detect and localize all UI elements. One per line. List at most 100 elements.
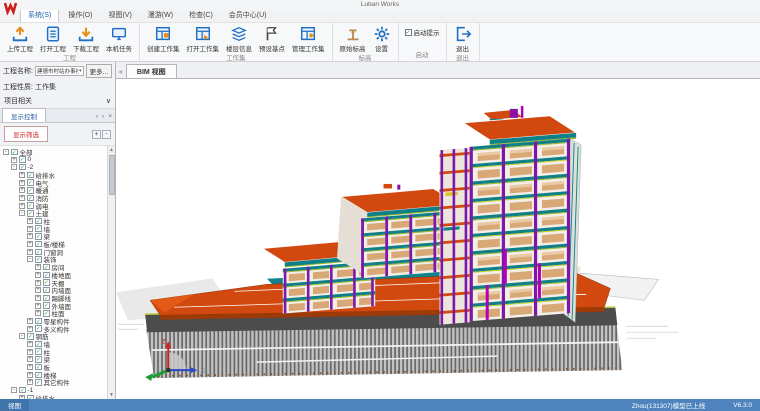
expand-toggle-icon[interactable]: + [27, 226, 33, 232]
expand-toggle-icon[interactable]: + [27, 341, 33, 347]
tree-item[interactable]: +✓多义构件 [0, 325, 107, 333]
expand-toggle-icon[interactable]: + [19, 187, 25, 193]
collapse-toggle-icon[interactable]: - [3, 149, 9, 155]
tree-checkbox[interactable]: ✓ [27, 210, 34, 217]
project-related-section[interactable]: 项目相关 ∨ [0, 94, 115, 109]
tree-checkbox[interactable]: ✓ [35, 218, 42, 225]
tree-checkbox[interactable]: ✓ [35, 318, 42, 325]
tree-scrollbar[interactable]: ▲ ▼ [107, 146, 115, 399]
expand-toggle-icon[interactable]: + [27, 349, 33, 355]
menu-item[interactable]: 漫游(W) [141, 9, 180, 22]
tree-item[interactable]: +✓0 [0, 156, 107, 164]
ribbon-button[interactable]: 打开工作集 [185, 24, 222, 54]
tree-item[interactable]: +✓梁 [0, 356, 107, 364]
tree-checkbox[interactable]: ✓ [35, 364, 42, 371]
tab-display-control[interactable]: 显示控制 [2, 108, 46, 122]
expand-toggle-icon[interactable]: + [27, 218, 33, 224]
tree-item[interactable]: +✓其它构件 [0, 379, 107, 387]
tree-item[interactable]: +✓柱 [0, 217, 107, 225]
ribbon-button[interactable]: 下载工程 [71, 24, 101, 54]
expand-toggle-icon[interactable]: + [35, 303, 41, 309]
tree-checkbox[interactable]: ✓ [43, 302, 50, 309]
expand-toggle-icon[interactable]: + [27, 233, 33, 239]
tree-checkbox[interactable]: ✓ [11, 149, 18, 156]
tree-item[interactable]: -✓土建 [0, 210, 107, 218]
tree-checkbox[interactable]: ✓ [19, 387, 26, 394]
expand-toggle-icon[interactable]: + [19, 195, 25, 201]
tree-checkbox[interactable]: ✓ [35, 233, 42, 240]
tab-close-icon[interactable]: × [107, 113, 113, 120]
collapse-all-button[interactable]: - [102, 130, 111, 139]
ribbon-button[interactable]: 预设基点 [257, 24, 287, 54]
expand-toggle-icon[interactable]: + [27, 379, 33, 385]
scrollbar-thumb[interactable] [109, 155, 115, 195]
tree-checkbox[interactable]: ✓ [19, 156, 26, 163]
ribbon-button[interactable]: 管理工作集 [290, 24, 327, 54]
tree-item[interactable]: +✓给排水 [0, 171, 107, 179]
expand-toggle-icon[interactable]: + [27, 364, 33, 370]
tree-checkbox[interactable]: ✓ [27, 187, 34, 194]
ribbon-button[interactable]: 楼层信息 [224, 24, 254, 54]
ribbon-button[interactable]: 原始标高 [338, 24, 368, 54]
expand-toggle-icon[interactable]: + [35, 280, 41, 286]
tab-prev-icon[interactable]: ‹ [95, 113, 99, 120]
tree-item[interactable]: +✓柱 [0, 348, 107, 356]
ribbon-button[interactable]: 创建工作集 [145, 24, 182, 54]
collapse-toggle-icon[interactable]: - [11, 164, 17, 170]
tree-item[interactable]: -✓全部 [0, 148, 107, 156]
expand-toggle-icon[interactable]: + [35, 287, 41, 293]
tree-checkbox[interactable]: ✓ [35, 348, 42, 355]
more-button[interactable]: 更多... [86, 64, 112, 78]
expand-toggle-icon[interactable]: + [27, 241, 33, 247]
tree-checkbox[interactable]: ✓ [27, 179, 34, 186]
tree-checkbox[interactable]: ✓ [43, 264, 50, 271]
tree-item[interactable]: +✓墙 [0, 340, 107, 348]
ribbon-button[interactable]: 设置 [371, 24, 393, 54]
tree-item[interactable]: +✓弱电 [0, 202, 107, 210]
tree-checkbox[interactable]: ✓ [43, 287, 50, 294]
collapse-panel-icon[interactable]: « [117, 69, 126, 78]
expand-toggle-icon[interactable]: + [35, 264, 41, 270]
tree-checkbox[interactable]: ✓ [27, 195, 34, 202]
collapse-toggle-icon[interactable]: - [19, 210, 25, 216]
expand-toggle-icon[interactable]: + [35, 295, 41, 301]
tree-checkbox[interactable]: ✓ [35, 241, 42, 248]
tree-checkbox[interactable]: ✓ [27, 202, 34, 209]
bim-model-canvas[interactable]: Z X [116, 79, 760, 399]
tree-item[interactable]: +✓墙 [0, 225, 107, 233]
ribbon-button[interactable]: 打开工程 [38, 24, 68, 54]
tree-checkbox[interactable]: ✓ [35, 249, 42, 256]
scroll-down-icon[interactable]: ▼ [109, 391, 114, 399]
project-name-select[interactable]: 建德市村站办事社-施工模型 ▾ [35, 66, 84, 76]
expand-toggle-icon[interactable]: + [35, 310, 41, 316]
tree-checkbox[interactable]: ✓ [43, 295, 50, 302]
tree-item[interactable]: +✓暖通 [0, 186, 107, 194]
tree-checkbox[interactable]: ✓ [35, 379, 42, 386]
tab-next-icon[interactable]: › [101, 113, 105, 120]
tree-checkbox[interactable]: ✓ [35, 341, 42, 348]
expand-toggle-icon[interactable]: + [27, 318, 33, 324]
tree-checkbox[interactable]: ✓ [35, 256, 42, 263]
expand-toggle-icon[interactable]: + [27, 249, 33, 255]
display-filter-button[interactable]: 显示筛选 [4, 126, 48, 142]
menu-item[interactable]: 检查(C) [182, 9, 220, 22]
expand-toggle-icon[interactable]: + [19, 172, 25, 178]
tree-checkbox[interactable]: ✓ [43, 272, 50, 279]
expand-toggle-icon[interactable]: + [35, 272, 41, 278]
menu-item[interactable]: 视图(V) [101, 9, 138, 22]
menu-item[interactable]: 会员中心(U) [222, 9, 274, 22]
expand-toggle-icon[interactable]: + [19, 180, 25, 186]
expand-toggle-icon[interactable]: + [27, 356, 33, 362]
collapse-toggle-icon[interactable]: - [19, 333, 25, 339]
tree-checkbox[interactable]: ✓ [35, 356, 42, 363]
tree-checkbox[interactable]: ✓ [27, 333, 34, 340]
expand-toggle-icon[interactable]: + [19, 203, 25, 209]
expand-toggle-icon[interactable]: + [11, 157, 17, 163]
expand-toggle-icon[interactable]: + [27, 372, 33, 378]
ribbon-button[interactable]: 本机任务 [104, 24, 134, 54]
collapse-toggle-icon[interactable]: - [11, 387, 17, 393]
ribbon-button[interactable]: 退出 [452, 24, 474, 54]
expand-all-button[interactable]: + [92, 130, 101, 139]
tree-checkbox[interactable]: ✓ [35, 372, 42, 379]
tree-checkbox[interactable]: ✓ [27, 172, 34, 179]
